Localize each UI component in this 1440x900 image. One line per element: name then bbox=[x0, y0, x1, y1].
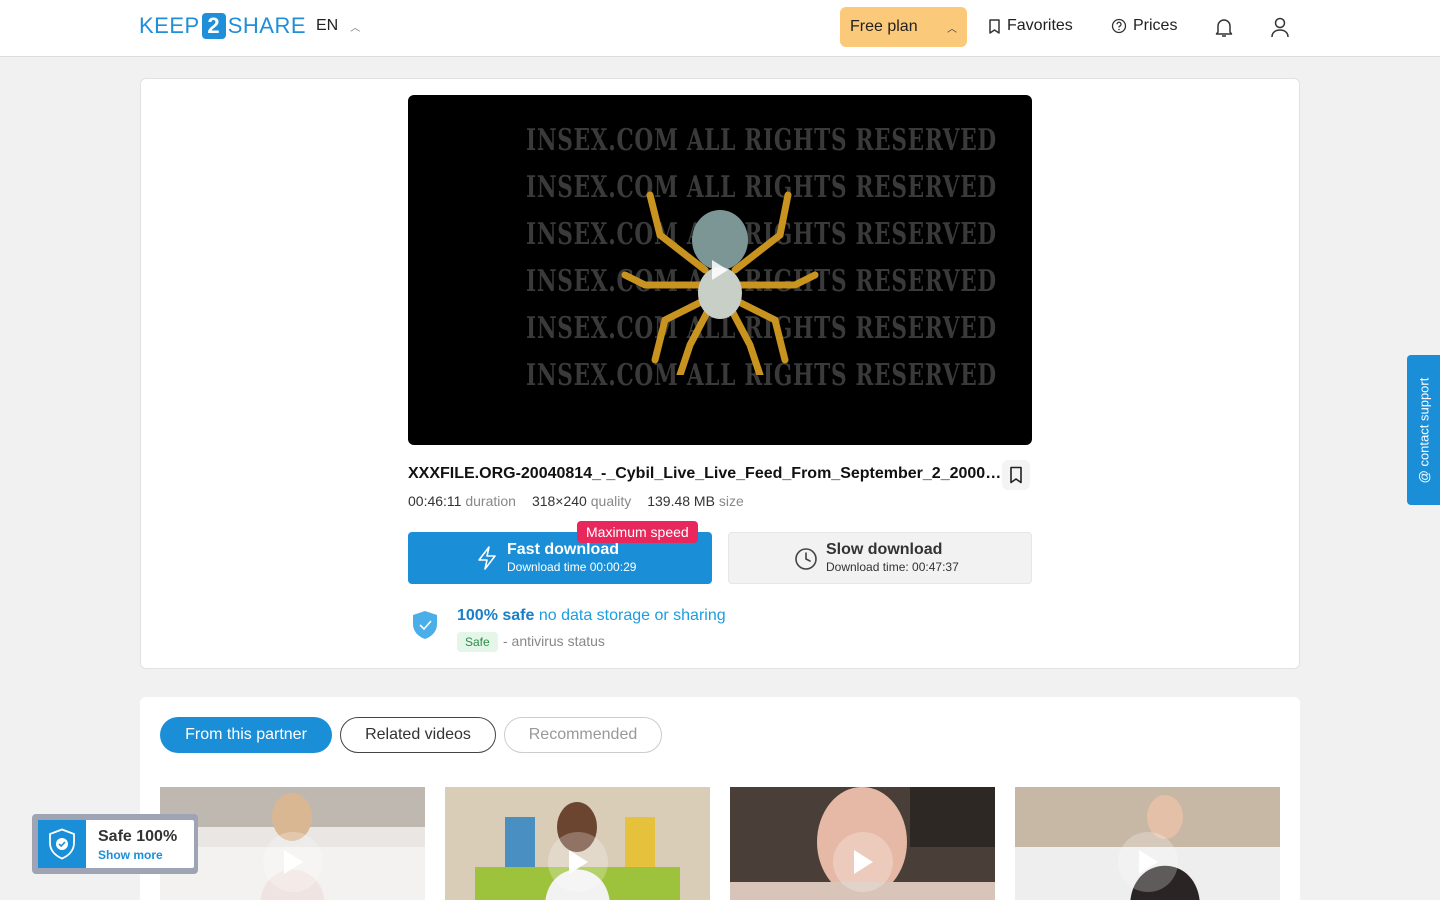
language-selector[interactable]: EN ︿ bbox=[316, 17, 360, 35]
free-plan-button[interactable]: Free plan ︿ bbox=[840, 7, 967, 47]
logo-right: SHARE bbox=[227, 13, 306, 38]
safety-strong: 100% safe bbox=[457, 607, 535, 624]
tab-related-videos[interactable]: Related videos bbox=[340, 717, 496, 753]
slow-download-time: Download time: 00:47:37 bbox=[826, 560, 959, 574]
play-icon bbox=[1118, 832, 1178, 892]
free-plan-label: Free plan bbox=[850, 18, 918, 35]
shield-check-icon bbox=[49, 828, 75, 860]
fast-download-title: Fast download bbox=[507, 541, 619, 558]
favorites-link[interactable]: Favorites bbox=[988, 17, 1073, 35]
keep2share-logo[interactable]: KEEP 2 SHARE bbox=[139, 13, 306, 39]
bookmark-icon bbox=[1010, 466, 1022, 484]
user-icon bbox=[1271, 17, 1289, 38]
play-icon[interactable] bbox=[710, 258, 730, 282]
profile-button[interactable] bbox=[1267, 14, 1293, 40]
video-thumbnail[interactable] bbox=[160, 787, 425, 900]
quality-info: 318×240 quality bbox=[531, 493, 632, 509]
add-to-favorites-button[interactable] bbox=[1002, 460, 1030, 490]
shield-check-icon bbox=[413, 611, 437, 639]
duration-info: 00:46:11 duration bbox=[408, 493, 516, 509]
logo-left: KEEP bbox=[139, 13, 200, 38]
notifications-button[interactable] bbox=[1211, 14, 1237, 40]
video-thumbnail[interactable] bbox=[1015, 787, 1280, 900]
antivirus-safe-badge: Safe bbox=[457, 632, 498, 652]
top-header: KEEP 2 SHARE EN ︿ Free plan ︿ Favorites … bbox=[0, 0, 1440, 57]
play-icon bbox=[548, 832, 608, 892]
video-watermark: INSEX.COM ALL RIGHTS RESERVED bbox=[526, 123, 997, 158]
safety-statement: 100% safe no data storage or sharing bbox=[457, 607, 726, 625]
favorites-label: Favorites bbox=[1007, 17, 1073, 34]
maximum-speed-badge: Maximum speed bbox=[577, 521, 698, 543]
slow-download-title: Slow download bbox=[826, 541, 943, 558]
clock-icon bbox=[795, 548, 817, 570]
chevron-up-icon: ︿ bbox=[947, 23, 957, 35]
bookmark-icon bbox=[989, 18, 1000, 34]
show-more-link[interactable]: Show more bbox=[98, 848, 163, 862]
tab-from-this-partner[interactable]: From this partner bbox=[160, 717, 332, 753]
contact-support-button[interactable]: @ contact support bbox=[1407, 355, 1440, 505]
file-name: XXXFILE.ORG-20040814_-_Cybil_Live_Live_F… bbox=[408, 465, 1002, 482]
fast-download-time: Download time 00:00:29 bbox=[507, 560, 637, 574]
play-icon bbox=[833, 832, 893, 892]
safe-popup-icon-box bbox=[38, 820, 86, 868]
bell-icon bbox=[1215, 19, 1233, 37]
logo-number: 2 bbox=[201, 13, 226, 39]
chevron-up-icon: ︿ bbox=[350, 22, 361, 34]
prices-link[interactable]: Prices bbox=[1111, 17, 1177, 35]
play-icon bbox=[263, 832, 323, 892]
safe-popup-title: Safe 100% bbox=[98, 828, 178, 845]
tab-recommended[interactable]: Recommended bbox=[504, 717, 662, 753]
contact-support-label: @ contact support bbox=[1416, 377, 1432, 483]
slow-download-button[interactable]: Slow download Download time: 00:47:37 bbox=[728, 532, 1032, 584]
safe-popup[interactable]: Safe 100% Show more bbox=[32, 814, 198, 874]
prices-label: Prices bbox=[1133, 17, 1178, 34]
file-meta: 00:46:11 duration 318×240 quality 139.48… bbox=[408, 493, 744, 509]
lightning-icon bbox=[478, 546, 496, 570]
size-info: 139.48 MB size bbox=[647, 493, 744, 509]
safe-popup-body: Safe 100% Show more bbox=[38, 820, 194, 868]
video-thumbnail[interactable] bbox=[445, 787, 710, 900]
antivirus-status-text: - antivirus status bbox=[503, 633, 605, 649]
safety-light: no data storage or sharing bbox=[538, 607, 726, 624]
video-player[interactable]: INSEX.COM ALL RIGHTS RESERVED INSEX.COM … bbox=[408, 95, 1032, 445]
video-thumbnail[interactable] bbox=[730, 787, 995, 900]
help-circle-icon bbox=[1111, 18, 1127, 34]
language-label: EN bbox=[316, 17, 339, 34]
